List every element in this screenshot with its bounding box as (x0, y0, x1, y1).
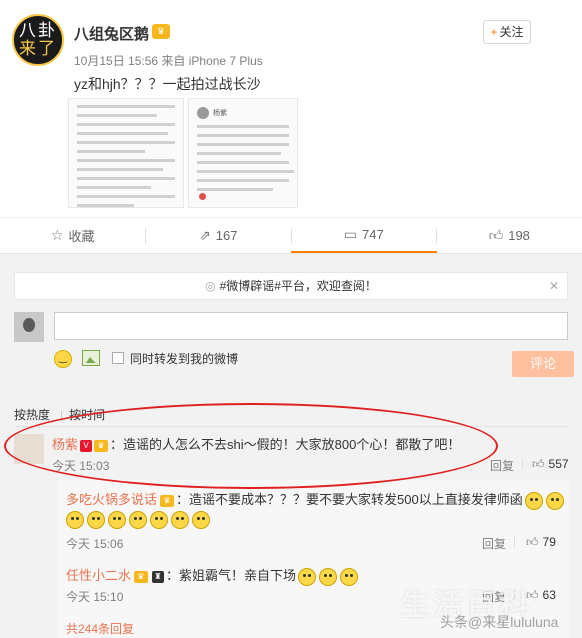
comment-row: 杨紫 V ♛ ：造谣的人怎么不去shi～假的！大家放800个心！都散了吧！ (52, 434, 460, 453)
reply-text: ：紫姐霸气！亲自下场 (166, 568, 297, 583)
post-image-2[interactable]: 杨紫 (188, 98, 298, 208)
repost-icon: ⇗ (199, 227, 211, 243)
follow-button[interactable]: + 关注 (483, 20, 531, 44)
comment-sort: 按热度 | 按时间 (14, 408, 106, 422)
emoji-icon (298, 567, 317, 586)
my-avatar (14, 312, 44, 342)
author-avatar[interactable]: 八卦 来了 (12, 14, 64, 66)
emoji-row (66, 511, 213, 529)
comment-text: ：造谣的人怎么不去shi～假的！大家放800个心！都散了吧！ (110, 437, 461, 452)
comment-icon: ▭ (343, 226, 358, 242)
comment-username[interactable]: 杨紫 (52, 437, 78, 452)
post-actions-bar: ☆ 收藏 ⇗ 167 ▭ 747 👍︎ 198 (0, 217, 582, 253)
comment-button[interactable]: ▭ 747 (291, 218, 437, 253)
reply-button[interactable]: 回复 (482, 535, 506, 552)
reply-time: 今天 15:10 (66, 590, 124, 604)
reply-like-button[interactable]: 👍︎ 79 (526, 535, 556, 550)
rumor-notice[interactable]: ◎ #微博辟谣#平台，欢迎查阅！ ✕ (14, 272, 568, 300)
post-meta: 10月15日 15:56 来自 iPhone 7 Plus (74, 54, 263, 68)
mini-avatar (197, 107, 209, 119)
emoji-icon (129, 511, 147, 529)
member-icon: ♜ (152, 570, 165, 583)
image-icon[interactable] (82, 350, 100, 366)
reply-text: ：造谣不要成本？？？要不要大家转发500以上直接发律师函 (176, 492, 523, 507)
reply-username[interactable]: 多吃火锅多说话 (66, 492, 157, 507)
vip-crown-icon: ♛ (160, 494, 175, 507)
emoji-icon (340, 567, 359, 586)
emoji-icon (319, 567, 338, 586)
submit-comment-button[interactable]: 评论 (512, 351, 574, 377)
thumb-up-icon: 👍︎ (526, 535, 539, 549)
plus-icon: + (490, 25, 498, 39)
emoji-icon[interactable]: ‿ (54, 350, 72, 368)
like-button[interactable]: 👍︎ 198 (437, 218, 582, 253)
emoji-icon (545, 491, 564, 510)
repost-checkbox[interactable] (112, 352, 124, 364)
comment-input[interactable] (54, 312, 568, 340)
emoji-icon (171, 511, 189, 529)
comment-time: 今天 15:03 (52, 459, 110, 473)
repost-checkbox-label: 同时转发到我的微博 (130, 352, 239, 366)
reply-button[interactable]: 回复 (490, 457, 514, 474)
comment-like-button[interactable]: 👍︎ 557 (532, 457, 569, 472)
reply-row: 多吃火锅多说话 ♛ ：造谣不要成本？？？要不要大家转发500以上直接发律师函 (66, 489, 567, 510)
repost-button[interactable]: ⇗ 167 (146, 218, 292, 253)
vip-crown-icon: ♛ (152, 24, 170, 39)
sort-by-time[interactable]: 按时间 (69, 408, 105, 422)
star-icon: ☆ (50, 227, 64, 243)
reply-username[interactable]: 任性小二水 (66, 568, 131, 583)
reply-row: 任性小二水 ♛ ♜ ：紫姐霸气！亲自下场 (66, 565, 361, 586)
thumb-up-icon: 👍︎ (488, 227, 504, 243)
emoji-icon (66, 511, 84, 529)
emoji-icon (150, 511, 168, 529)
post-image-1[interactable] (68, 98, 184, 208)
sort-by-hot[interactable]: 按热度 (14, 408, 50, 422)
watermark-credit: 头条@来星lululuna (440, 614, 559, 630)
weibo-post-card: 八卦 来了 八组兔区鹅 ♛ 10月15日 15:56 来自 iPhone 7 P… (0, 0, 582, 254)
emoji-icon (87, 511, 105, 529)
vip-crown-icon: ♛ (134, 570, 149, 583)
view-more-replies-link[interactable]: 共244条回复 (66, 620, 134, 637)
commenter-avatar[interactable] (14, 434, 44, 464)
emoji-icon (524, 491, 543, 510)
emoji-icon (192, 511, 210, 529)
verified-icon: V (80, 439, 93, 452)
thumb-up-icon: 👍︎ (532, 457, 545, 471)
close-icon[interactable]: ✕ (549, 273, 559, 299)
vip-crown-icon: ♛ (94, 439, 109, 452)
emoji-icon (108, 511, 126, 529)
reply-time: 今天 15:06 (66, 537, 124, 551)
post-text: yz和hjh？？？一起拍过战长沙 (74, 76, 261, 92)
author-name[interactable]: 八组兔区鹅 (74, 23, 149, 44)
favorite-button[interactable]: ☆ 收藏 (0, 218, 146, 253)
notice-icon: ◎ (205, 279, 216, 293)
